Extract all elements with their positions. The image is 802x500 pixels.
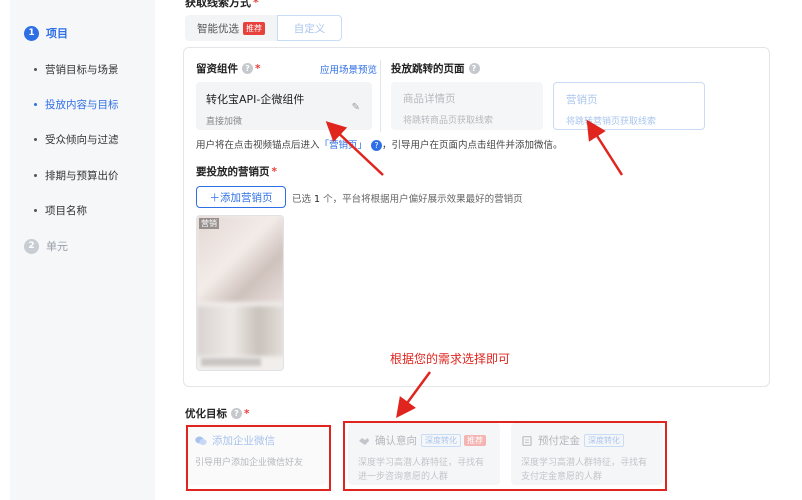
sidebar-item-project-name[interactable]: 项目名称 [34, 203, 87, 218]
product-detail-page-option[interactable]: 商品详情页 将跳转商品页获取线索 [391, 82, 543, 130]
component-title: 转化宝API-企微组件 [206, 93, 305, 106]
annotation-text: 根据您的需求选择即可 [390, 352, 511, 366]
step-number: 2 [24, 238, 39, 254]
sidebar: 1 项目 营销目标与场景 投放内容与目标 受众倾向与过滤 排期与预算出价 项目名… [10, 0, 155, 500]
bullet-icon [34, 138, 37, 141]
component-card[interactable]: 转化宝API-企微组件 直接加微 ✎ [196, 82, 372, 130]
sidebar-item-marketing-goal[interactable]: 营销目标与场景 [34, 62, 119, 77]
help-icon[interactable]: ? [242, 63, 253, 74]
component-label: 留资组件 ? * [196, 62, 261, 76]
marketing-page-thumbnail[interactable]: 营销 [196, 215, 284, 371]
section-title: 获取线索方式 * [185, 0, 259, 9]
help-icon[interactable]: ? [371, 140, 383, 151]
highlight-box-wechat [186, 425, 331, 491]
tab-custom[interactable]: 自定义 [277, 15, 342, 41]
help-icon[interactable]: ? [231, 408, 242, 419]
optimize-goal-label: 优化目标 ? * [185, 407, 250, 421]
add-marketing-page-button[interactable]: ＋添加营销页 [196, 186, 286, 208]
edit-icon[interactable]: ✎ [352, 102, 360, 113]
tab-smart-select[interactable]: 智能优选 推荐 [185, 15, 277, 41]
bullet-icon [34, 209, 37, 212]
bullet-icon [34, 68, 37, 71]
step-number: 1 [24, 25, 39, 41]
help-text: 用户将在点击视频锚点后进入「营销页」? ，引导用户在页面内点击组件并添加微信。 [196, 140, 563, 151]
thumbnail-tag: 营销 [199, 218, 219, 229]
component-subtitle: 直接加微 [206, 117, 243, 127]
sidebar-item-content-target[interactable]: 投放内容与目标 [34, 97, 119, 112]
highlight-box-deep-conversion [343, 421, 667, 491]
sidebar-item-audience[interactable]: 受众倾向与过滤 [34, 132, 119, 147]
recommend-badge: 推荐 [243, 21, 265, 35]
jump-page-label: 投放跳转的页面 ? [391, 61, 480, 76]
bullet-icon [34, 103, 37, 106]
custom-panel: 留资组件 ? * 应用场景预览 转化宝API-企微组件 直接加微 ✎ 投放跳转的… [183, 47, 770, 387]
divider [380, 60, 381, 132]
marketing-page-link[interactable]: 「营销页」 [320, 140, 368, 151]
marketing-pages-label: 要投放的营销页 * [196, 165, 277, 179]
step-label: 单元 [46, 240, 68, 253]
sidebar-item-schedule-budget[interactable]: 排期与预算出价 [34, 168, 119, 183]
step-unit[interactable]: 2 单元 [24, 238, 68, 254]
step-project[interactable]: 1 项目 [24, 25, 68, 41]
selected-info: 已选 1 个，平台将根据用户偏好展示效果最好的营销页 [292, 194, 523, 205]
step-label: 项目 [46, 27, 68, 40]
help-icon[interactable]: ? [468, 63, 480, 74]
bullet-icon [34, 174, 37, 177]
scenario-preview-link[interactable]: 应用场景预览 [320, 62, 377, 76]
marketing-page-option[interactable]: 营销页 将跳转营销页获取线索 [553, 82, 705, 130]
lead-mode-tabs: 智能优选 推荐 自定义 [185, 15, 342, 41]
